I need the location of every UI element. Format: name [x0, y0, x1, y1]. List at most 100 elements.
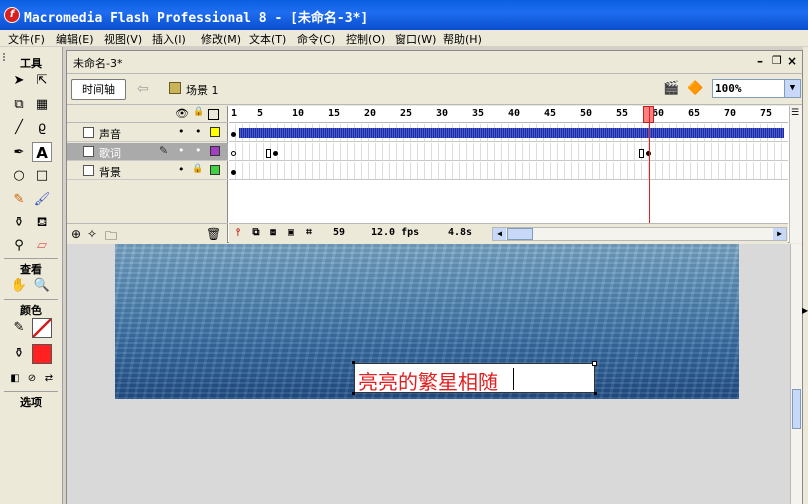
visibility-dot[interactable]: • — [178, 125, 185, 138]
lasso-tool-icon[interactable]: ϱ — [32, 118, 52, 138]
brush-tool-icon[interactable]: 🖌 — [32, 190, 52, 210]
resize-handle[interactable] — [352, 392, 355, 395]
visibility-dot[interactable]: • — [178, 144, 185, 157]
resize-handle[interactable] — [352, 361, 355, 364]
lyrics-text[interactable]: 亮亮的繁星相随 — [358, 366, 498, 395]
line-tool-icon[interactable]: ╱ — [9, 118, 29, 138]
lock-icon[interactable]: 🔒 — [192, 164, 203, 174]
menu-commands[interactable]: 命令(C) — [297, 31, 335, 47]
hand-tool-icon[interactable]: ✋ — [9, 276, 29, 296]
eye-icon[interactable]: 👁 — [175, 107, 189, 120]
ruler-tick: 65 — [688, 108, 701, 119]
stage-vertical-scrollbar[interactable] — [790, 244, 802, 504]
fill-color-icon[interactable]: ⚱ — [9, 344, 29, 364]
text-tool-icon[interactable]: A — [32, 142, 52, 162]
resize-handle[interactable] — [594, 392, 597, 395]
frame-ruler[interactable]: 1 5 10 15 20 25 30 35 40 45 50 55 60 65 … — [229, 106, 788, 123]
oval-tool-icon[interactable]: ○ — [9, 166, 29, 186]
menu-text[interactable]: 文本(T) — [249, 31, 286, 47]
scroll-right-icon[interactable]: ▶ — [773, 228, 786, 240]
layer-color-swatch[interactable] — [210, 127, 220, 137]
title-bar: f Macromedia Flash Professional 8 - [未命名… — [0, 0, 808, 30]
edit-symbols-icon[interactable]: 🔶 — [687, 81, 705, 97]
timeline-vertical-scrollbar[interactable]: ☰ — [789, 106, 802, 243]
stage-workspace: 亮亮的繁星相随 — [67, 244, 802, 504]
paint-bucket-tool-icon[interactable]: ⛾ — [32, 213, 52, 233]
scroll-left-icon[interactable]: ◀ — [493, 228, 506, 240]
edit-multiple-frames-icon[interactable]: ▣ — [284, 227, 298, 241]
menu-edit[interactable]: 编辑(E) — [56, 31, 94, 47]
keyframe[interactable] — [231, 170, 236, 175]
ink-bottle-tool-icon[interactable]: ⚱ — [9, 213, 29, 233]
modify-onion-markers-icon[interactable]: ⌗ — [302, 227, 316, 241]
selection-tool-icon[interactable]: ➤ — [9, 71, 29, 91]
empty-keyframe[interactable] — [231, 151, 236, 156]
fill-swatch[interactable] — [32, 344, 52, 364]
back-arrow-icon[interactable]: ⇦ — [137, 81, 149, 97]
minimize-icon[interactable]: – — [757, 54, 763, 68]
frame-row-sound[interactable] — [229, 124, 788, 142]
zoom-select[interactable]: 100% ▼ — [712, 79, 801, 98]
subselection-tool-icon[interactable]: ⇱ — [32, 71, 52, 91]
stroke-color-icon[interactable]: ✎ — [9, 318, 29, 338]
pencil-tool-icon[interactable]: ✎ — [9, 190, 29, 210]
insert-layer-icon[interactable]: ⊕ — [71, 227, 81, 241]
outline-icon[interactable] — [208, 109, 219, 120]
frame-row-background[interactable] — [229, 162, 788, 180]
ocean-background-image[interactable]: 亮亮的繁星相随 — [115, 244, 739, 399]
center-frame-icon[interactable]: ⫯ — [231, 227, 245, 241]
stroke-swatch[interactable] — [32, 318, 52, 338]
resize-handle[interactable] — [592, 361, 597, 366]
lock-dot[interactable]: • — [195, 125, 202, 138]
menu-help[interactable]: 帮助(H) — [443, 31, 482, 47]
frame-end-marker — [266, 149, 271, 158]
flash-app: f Macromedia Flash Professional 8 - [未命名… — [0, 0, 808, 504]
menu-control[interactable]: 控制(O) — [346, 31, 385, 47]
scroll-thumb[interactable] — [792, 389, 801, 429]
layer-row[interactable]: 歌词 ✎ • • — [67, 143, 228, 161]
lyrics-text-field[interactable]: 亮亮的繁星相随 — [352, 361, 597, 395]
add-guide-layer-icon[interactable]: ✧ — [87, 227, 97, 241]
onion-outlines-icon[interactable]: ⧈ — [266, 227, 280, 241]
swap-colors-icon[interactable]: ⇄ — [39, 369, 59, 389]
menu-insert[interactable]: 插入(I) — [152, 31, 186, 47]
eraser-tool-icon[interactable]: ▱ — [32, 236, 52, 256]
layer-row[interactable]: 声音 • • — [67, 124, 228, 142]
fill-transform-tool-icon[interactable]: ▦ — [32, 95, 52, 115]
chevron-down-icon[interactable]: ▼ — [784, 80, 800, 97]
playhead[interactable] — [649, 106, 650, 223]
expand-panel-arrow-icon[interactable]: ▶ — [802, 306, 808, 315]
scene-breadcrumb[interactable]: 场景 1 — [186, 82, 219, 98]
timeline-menu-icon[interactable]: ☰ — [791, 108, 799, 118]
zoom-tool-icon[interactable]: 🔍 — [32, 276, 52, 296]
timeline-toggle-button[interactable]: 时间轴 — [71, 79, 126, 100]
lock-icon[interactable]: 🔒 — [193, 107, 204, 117]
layer-color-swatch[interactable] — [210, 146, 220, 156]
layer-color-swatch[interactable] — [210, 165, 220, 175]
menu-window[interactable]: 窗口(W) — [395, 31, 436, 47]
keyframe[interactable] — [273, 151, 278, 156]
layer-row[interactable]: 背景 • 🔒 — [67, 162, 228, 180]
keyframe[interactable] — [231, 132, 236, 137]
trash-icon[interactable]: 🗑 — [206, 227, 221, 241]
frame-rate[interactable]: 12.0 fps — [371, 227, 419, 238]
pen-tool-icon[interactable]: ✒ — [9, 143, 29, 163]
menu-modify[interactable]: 修改(M) — [201, 31, 241, 47]
eyedropper-tool-icon[interactable]: ⚲ — [9, 236, 29, 256]
frame-end-marker — [639, 149, 644, 158]
timeline-horizontal-scrollbar[interactable]: ◀ ▶ — [492, 227, 787, 241]
scroll-thumb[interactable] — [507, 228, 533, 240]
rectangle-tool-icon[interactable]: □ — [32, 166, 52, 186]
lock-dot[interactable]: • — [195, 144, 202, 157]
menu-file[interactable]: 文件(F) — [8, 31, 45, 47]
document-tab[interactable]: 未命名-3* — [73, 55, 122, 71]
visibility-dot[interactable]: • — [178, 163, 185, 176]
onion-skin-icon[interactable]: ⧉ — [249, 227, 263, 241]
edit-scene-icon[interactable]: 🎬 — [663, 81, 681, 97]
menu-view[interactable]: 视图(V) — [104, 31, 142, 47]
free-transform-tool-icon[interactable]: ⧉ — [9, 95, 29, 115]
close-icon[interactable]: × — [787, 54, 797, 68]
restore-icon[interactable]: ❐ — [772, 54, 782, 67]
frames-area: 1 5 10 15 20 25 30 35 40 45 50 55 60 65 … — [229, 106, 788, 243]
frame-row-lyrics[interactable] — [229, 143, 788, 161]
